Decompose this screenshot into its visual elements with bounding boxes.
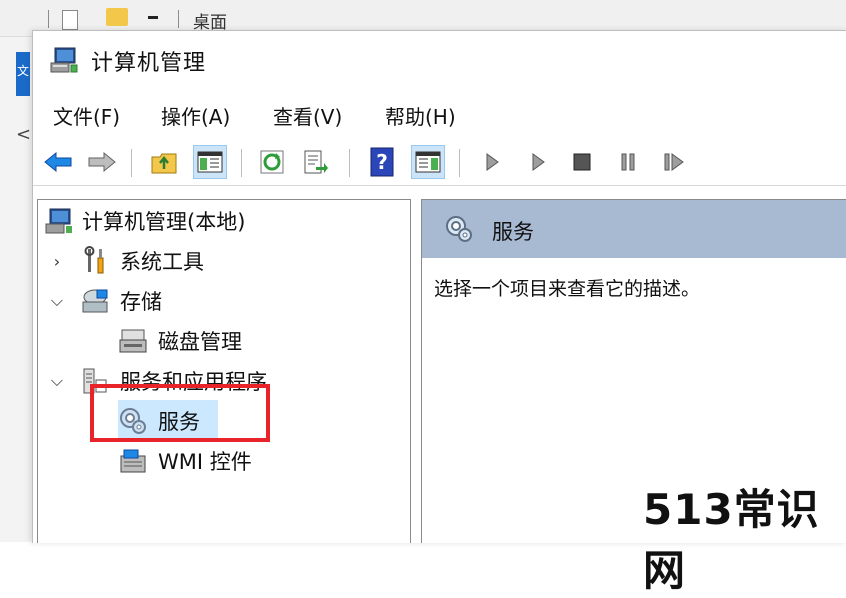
wmi-control-icon bbox=[120, 449, 146, 473]
computer-management-icon bbox=[50, 47, 78, 73]
menu-file[interactable]: 文件(F) bbox=[53, 101, 120, 130]
computer-management-window: 计算机管理 文件(F) 操作(A) 查看(V) 帮助(H) ? 计算机管理(本地… bbox=[32, 30, 846, 543]
show-hide-action-pane-button[interactable] bbox=[411, 145, 445, 179]
forward-button[interactable] bbox=[85, 145, 119, 179]
toolbar-separator bbox=[131, 149, 132, 177]
background-back-icon: < bbox=[16, 124, 32, 145]
restart-icon bbox=[664, 153, 684, 171]
up-folder-icon bbox=[151, 153, 177, 174]
show-hide-console-tree-button[interactable] bbox=[193, 145, 227, 179]
services-gear-icon bbox=[446, 216, 472, 242]
background-separator bbox=[178, 10, 179, 28]
start-service-button[interactable] bbox=[475, 145, 509, 179]
tree-item-system-tools[interactable]: › 系统工具 bbox=[38, 242, 408, 280]
chevron-right-icon[interactable]: › bbox=[48, 252, 66, 271]
stop-icon bbox=[573, 153, 591, 171]
menu-bar: 文件(F) 操作(A) 查看(V) 帮助(H) bbox=[33, 101, 846, 133]
background-separator bbox=[48, 10, 49, 28]
detail-title: 服务 bbox=[492, 220, 534, 244]
chevron-down-icon[interactable]: ⌵ bbox=[48, 291, 66, 310]
tools-icon bbox=[84, 246, 104, 274]
forward-arrow-icon bbox=[88, 151, 116, 173]
stop-service-button[interactable] bbox=[565, 145, 599, 179]
tree-item-computer-management-local[interactable]: 计算机管理(本地) bbox=[38, 202, 408, 240]
toolbar: ? bbox=[33, 141, 846, 186]
restart-service-button[interactable] bbox=[657, 145, 691, 179]
play-alt-icon bbox=[532, 153, 545, 171]
highlight-annotation-box bbox=[90, 384, 270, 442]
tree-item-wmi-control[interactable]: WMI 控件 bbox=[38, 442, 408, 480]
detail-header: 服务 bbox=[422, 200, 846, 258]
window-title: 计算机管理 bbox=[91, 51, 207, 76]
show-hide-action-pane-icon bbox=[415, 151, 441, 173]
refresh-button[interactable] bbox=[255, 145, 289, 179]
folder-icon bbox=[106, 8, 128, 26]
pause-service-button[interactable] bbox=[611, 145, 645, 179]
console-tree: 计算机管理(本地) › 系统工具 ⌵ 存储 磁盘管理 ⌵ 服务和应用程序 服务 … bbox=[37, 199, 411, 543]
storage-icon bbox=[82, 289, 108, 313]
export-list-icon bbox=[304, 150, 328, 174]
tree-item-storage[interactable]: ⌵ 存储 bbox=[38, 282, 408, 320]
svg-text:?: ? bbox=[376, 150, 388, 174]
start-service-alt-button[interactable] bbox=[521, 145, 555, 179]
show-hide-tree-icon bbox=[197, 151, 223, 173]
play-icon bbox=[486, 153, 499, 171]
menu-help[interactable]: 帮助(H) bbox=[385, 101, 456, 130]
help-button[interactable]: ? bbox=[365, 145, 399, 179]
tree-label: 存储 bbox=[120, 290, 162, 314]
background-nav-tab: 文 bbox=[16, 52, 30, 96]
toolbar-separator bbox=[459, 149, 460, 177]
tree-label: WMI 控件 bbox=[158, 450, 252, 474]
tree-item-disk-management[interactable]: 磁盘管理 bbox=[38, 322, 408, 360]
background-nav-letter: 文 bbox=[16, 64, 29, 78]
pause-icon bbox=[621, 153, 635, 171]
title-bar: 计算机管理 bbox=[33, 31, 846, 89]
watermark: 513常识网 bbox=[643, 485, 820, 595]
toolbar-separator bbox=[349, 149, 350, 177]
document-icon bbox=[62, 10, 78, 30]
refresh-icon bbox=[260, 150, 284, 174]
back-arrow-icon bbox=[44, 151, 72, 173]
export-list-button[interactable] bbox=[299, 145, 333, 179]
minus-icon bbox=[148, 16, 158, 19]
tree-label: 计算机管理(本地) bbox=[82, 210, 246, 234]
menu-view[interactable]: 查看(V) bbox=[273, 101, 342, 130]
help-icon: ? bbox=[370, 147, 394, 177]
detail-description: 选择一个项目来查看它的描述。 bbox=[434, 278, 701, 300]
tree-label: 磁盘管理 bbox=[158, 330, 242, 354]
back-button[interactable] bbox=[41, 145, 75, 179]
tree-label: 系统工具 bbox=[120, 250, 204, 274]
disk-management-icon bbox=[119, 329, 147, 353]
up-one-level-button[interactable] bbox=[147, 145, 181, 179]
chevron-down-icon[interactable]: ⌵ bbox=[48, 371, 66, 390]
toolbar-separator bbox=[241, 149, 242, 177]
menu-action[interactable]: 操作(A) bbox=[161, 101, 230, 130]
computer-management-icon bbox=[45, 208, 72, 234]
